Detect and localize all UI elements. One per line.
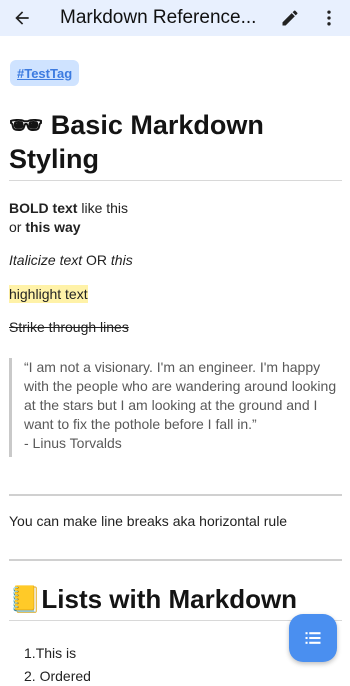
plain-text: or [9,219,26,235]
arrow-left-icon [15,11,29,25]
italic-text-1: Italicize text [9,252,83,268]
list-item: 2. Ordered [24,667,91,686]
strike-text: Strike through lines [9,319,129,335]
italic-paragraph: Italicize text OR this [9,251,342,270]
horizontal-rule [9,494,342,496]
quote-author: - Linus Torvalds [24,435,122,451]
list-item: 1.This is [24,644,76,663]
blockquote: “I am not a visionary. I'm an engineer. … [9,358,342,457]
plain-text: OR [82,252,111,268]
notebook-emoji: 📒 [9,584,42,614]
bold-paragraph: BOLD text like this or this way [9,199,342,237]
page-title: Markdown Reference... [60,7,257,28]
section-heading-lists: 📒Lists with Markdown [9,582,342,616]
list-number: 1. [24,645,36,661]
italic-text-2: this [110,252,133,268]
highlight-paragraph: highlight text [9,285,342,304]
bold-text-2: this way [25,219,81,235]
app-bar: Markdown Reference... [0,0,350,36]
quote-text: “I am not a visionary. I'm an engineer. … [24,359,337,432]
more-vert-icon [327,10,331,26]
highlight-text: highlight text [9,285,88,303]
strike-paragraph: Strike through lines [9,318,342,337]
more-options-button[interactable] [318,4,340,32]
list-text: This is [35,645,77,661]
line-breaks-paragraph: You can make line breaks aka horizontal … [9,513,288,529]
section-heading-basic: 🕶 Basic Markdown Styling [9,108,342,176]
heading-underline [9,180,342,181]
plain-text: like this [77,200,129,216]
tag-chip[interactable]: #TestTag [10,60,80,86]
section-title: Basic Markdown Styling [9,110,264,174]
table-of-contents-button[interactable] [289,614,337,662]
back-button[interactable] [0,0,44,36]
list-text: Ordered [39,668,91,684]
pencil-icon [282,10,298,26]
bold-text-1: BOLD text [9,200,78,216]
list-icon [305,632,321,644]
list-number: 2. [24,668,36,684]
horizontal-rule [9,559,342,561]
edit-button[interactable] [276,4,304,32]
sunglasses-emoji: 🕶 [9,110,44,140]
section-title: Lists with Markdown [41,584,298,614]
